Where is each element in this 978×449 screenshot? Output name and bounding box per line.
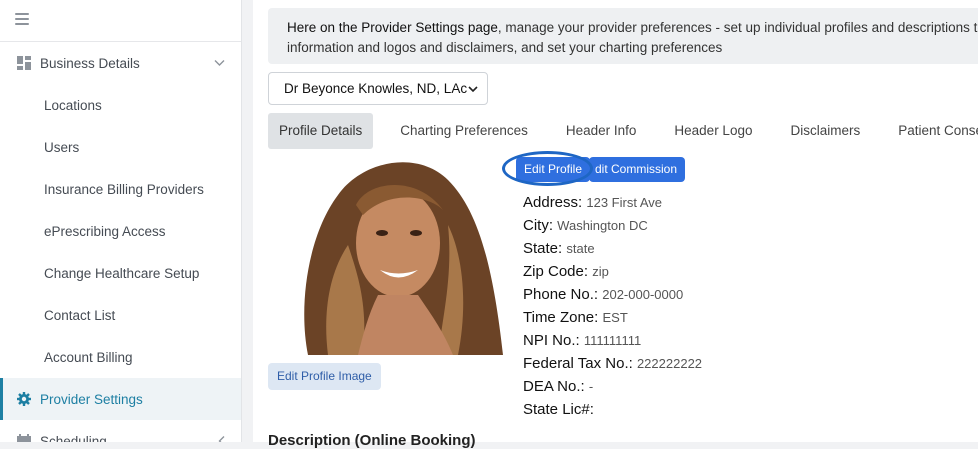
profile-row-timezone: Time Zone: EST	[523, 306, 702, 329]
sidebar-item-users[interactable]: Users	[0, 126, 241, 168]
edit-profile-button[interactable]: Edit Profile	[516, 157, 591, 182]
sidebar-item-business-details[interactable]: Business Details	[0, 42, 241, 84]
profile-row-npi: NPI No.: 111111111	[523, 329, 702, 352]
tab-header-info[interactable]: Header Info	[555, 113, 648, 149]
banner-text: , manage your provider preferences - set…	[497, 20, 978, 35]
sidebar-item-label: Scheduling	[40, 433, 107, 443]
profile-row-address: Address: 123 First Ave	[523, 191, 702, 214]
profile-row-state-lic: State Lic#:	[523, 398, 702, 421]
sidebar-item-contact-list[interactable]: Contact List	[0, 294, 241, 336]
field-value: -	[588, 379, 594, 394]
field-value: Washington DC	[557, 218, 648, 233]
sidebar-item-scheduling[interactable]: Scheduling	[0, 420, 241, 442]
provider-select[interactable]: Dr Beyonce Knowles, ND, LAc	[268, 72, 488, 105]
profile-row-state: State: state	[523, 237, 702, 260]
info-banner: Here on the Provider Settings page, mana…	[268, 8, 978, 64]
profile-photo	[268, 155, 508, 355]
sidebar-item-account-billing[interactable]: Account Billing	[0, 336, 241, 378]
field-label: DEA No.:	[523, 378, 585, 395]
field-label: Address:	[523, 194, 583, 211]
dashboard-icon	[17, 56, 31, 70]
field-label: Time Zone:	[523, 309, 599, 326]
profile-info: Address: 123 First Ave City: Washington …	[523, 191, 702, 421]
banner-text-line2: information and logos and disclaimers, a…	[287, 40, 723, 55]
field-label: State:	[523, 240, 563, 257]
field-value: zip	[592, 264, 609, 279]
field-label: NPI No.:	[523, 332, 580, 349]
sidebar-item-label: Account Billing	[44, 349, 133, 365]
profile-row-phone: Phone No.: 202-000-0000	[523, 283, 702, 306]
tab-profile-details[interactable]: Profile Details	[268, 113, 374, 149]
calendar-icon	[17, 434, 31, 442]
hamburger-icon[interactable]	[15, 13, 29, 25]
chevron-left-icon	[218, 436, 225, 442]
sidebar-item-label: Locations	[44, 97, 102, 113]
settings-tabs: Profile Details Charting Preferences Hea…	[268, 113, 978, 149]
sidebar-item-label: Change Healthcare Setup	[44, 265, 200, 281]
sidebar-item-label: Contact List	[44, 307, 116, 323]
tab-charting-preferences[interactable]: Charting Preferences	[389, 113, 539, 149]
sidebar-item-label: Users	[44, 139, 80, 155]
field-value: 111111111	[583, 333, 642, 348]
field-label: Zip Code:	[523, 263, 589, 280]
field-label: State Lic#:	[523, 401, 594, 418]
profile-row-dea: DEA No.: -	[523, 375, 702, 398]
provider-select-value: Dr Beyonce Knowles, ND, LAc	[284, 81, 468, 96]
profile-row-city: City: Washington DC	[523, 214, 702, 237]
gear-icon	[17, 392, 31, 406]
sidebar-item-change-healthcare-setup[interactable]: Change Healthcare Setup	[0, 252, 241, 294]
field-value: 222222222	[636, 356, 703, 371]
field-value: 123 First Ave	[586, 195, 663, 210]
tab-patient-consent[interactable]: Patient Conse	[887, 113, 978, 149]
field-value: 202-000-0000	[602, 287, 684, 302]
main-content: Here on the Provider Settings page, mana…	[253, 0, 978, 449]
tab-header-logo[interactable]: Header Logo	[663, 113, 763, 149]
sidebar-item-provider-settings[interactable]: Provider Settings	[0, 378, 241, 420]
sidebar-header	[0, 0, 241, 42]
sidebar-item-eprescribing-access[interactable]: ePrescribing Access	[0, 210, 241, 252]
profile-row-zip: Zip Code: zip	[523, 260, 702, 283]
field-value: EST	[602, 310, 628, 325]
field-label: Federal Tax No.:	[523, 355, 633, 372]
sidebar-item-label: Insurance Billing Providers	[44, 181, 204, 197]
sidebar-item-label: Business Details	[40, 55, 140, 71]
field-label: Phone No.:	[523, 286, 599, 303]
chevron-down-icon	[214, 60, 225, 66]
tab-disclaimers[interactable]: Disclaimers	[779, 113, 871, 149]
profile-row-federal-tax: Federal Tax No.: 222222222	[523, 352, 702, 375]
sidebar-item-locations[interactable]: Locations	[0, 84, 241, 126]
edit-profile-image-button[interactable]: Edit Profile Image	[268, 363, 381, 390]
sidebar-item-insurance-billing-providers[interactable]: Insurance Billing Providers	[0, 168, 241, 210]
sidebar-item-label: Provider Settings	[40, 391, 143, 407]
chevron-down-icon	[468, 86, 478, 93]
sidebar: Business Details Locations Users Insuran…	[0, 0, 242, 442]
field-value: state	[566, 241, 595, 256]
description-heading: Description (Online Booking)	[268, 432, 476, 449]
sidebar-item-label: ePrescribing Access	[44, 223, 166, 239]
field-label: City:	[523, 217, 553, 234]
profile-photo-image	[268, 155, 508, 355]
banner-bold: Here on the Provider Settings page	[287, 20, 498, 35]
edit-commission-button[interactable]: dit Commission	[589, 157, 686, 182]
